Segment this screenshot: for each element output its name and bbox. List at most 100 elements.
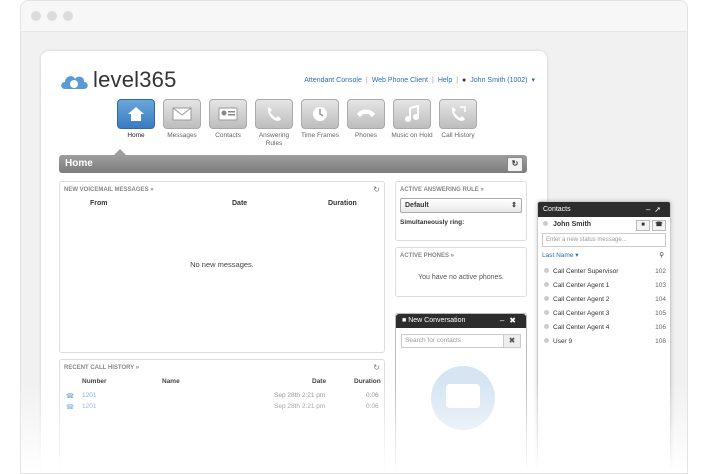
column-header[interactable]: From xyxy=(90,200,108,207)
contact-ext: 103 xyxy=(655,282,666,289)
contact-item[interactable]: Call Center Agent 2 104 xyxy=(538,293,670,307)
contact-name: Call Center Agent 2 xyxy=(553,296,610,303)
sort-dropdown[interactable]: Last Name xyxy=(542,252,573,259)
call-date: Sep 28th 2:21 pm xyxy=(274,403,326,410)
chat-icon[interactable]: ■ xyxy=(636,220,650,231)
contact-ext: 108 xyxy=(655,338,666,345)
page-title-bar: Home ↻ xyxy=(59,155,527,173)
column-header[interactable]: Date xyxy=(312,378,326,385)
table-header: Number Name Date Duration xyxy=(60,376,384,390)
clear-search-icon[interactable]: ✖ xyxy=(504,334,521,348)
presence-dot xyxy=(544,268,549,273)
nav-music-on-hold[interactable]: Music on Hold xyxy=(389,99,435,148)
window-controls: –➚ xyxy=(646,202,665,217)
contacts-panel: Contacts –➚ John Smith ■ ☎ Enter a new s… xyxy=(537,201,671,473)
window-dot[interactable] xyxy=(63,11,73,21)
table-row[interactable]: ☎ 1201 Sep 28th 2:21 pm 0:06 xyxy=(60,401,384,412)
chevron-down-icon[interactable]: ▾ xyxy=(575,252,578,259)
user-menu[interactable]: John Smith (1002) xyxy=(470,77,527,84)
contact-search-input[interactable]: Search for contacts xyxy=(401,334,504,348)
envelope-icon xyxy=(163,99,201,129)
user-actions: ■ ☎ xyxy=(636,220,666,231)
column-header[interactable]: Duration xyxy=(328,200,357,207)
current-user: John Smith ■ ☎ xyxy=(538,217,670,233)
table-row[interactable]: ☎ 1201 Sep 28th 2:21 pm 0:06 xyxy=(60,390,384,401)
nav-time-frames[interactable]: Time Frames xyxy=(297,99,343,148)
nav-label: Call History xyxy=(441,132,475,139)
voicemail-panel: NEW VOICEMAIL MESSAGES » ↻ From Date Dur… xyxy=(59,181,385,353)
refresh-button[interactable]: ↻ xyxy=(507,157,523,172)
panel-title[interactable]: RECENT CALL HISTORY » xyxy=(60,360,384,376)
nav-home[interactable]: Home xyxy=(113,99,159,148)
nav-phones[interactable]: Phones xyxy=(343,99,389,148)
contact-item[interactable]: Call Center Supervisor 102 xyxy=(538,265,670,279)
logo-text: level365 xyxy=(93,67,177,92)
handset-icon xyxy=(347,99,385,129)
contact-name: Call Center Agent 1 xyxy=(553,282,610,289)
web-phone-client-link[interactable]: Web Phone Client xyxy=(372,77,428,84)
select-arrows-icon: ⇕ xyxy=(511,202,517,209)
contact-ext: 104 xyxy=(655,296,666,303)
nav-messages[interactable]: Messages xyxy=(159,99,205,148)
main-nav: Home Messages Contacts Answering Rules T… xyxy=(113,99,481,148)
music-note-icon xyxy=(393,99,431,129)
contact-item[interactable]: Call Center Agent 3 105 xyxy=(538,307,670,321)
phone-icon[interactable]: ☎ xyxy=(652,220,666,231)
select-value: Default xyxy=(405,202,429,209)
nav-answering-rules[interactable]: Answering Rules xyxy=(251,99,297,148)
popout-arrow-icon[interactable]: ➚ xyxy=(654,205,665,214)
search-icon[interactable]: ⚲ xyxy=(659,247,664,265)
call-number[interactable]: 1201 xyxy=(82,392,96,399)
empty-message: You have no active phones. xyxy=(418,274,504,281)
call-icon: ☎ xyxy=(66,392,75,400)
table-header: From Date Duration xyxy=(60,198,384,207)
panel-title[interactable]: ACTIVE PHONES » xyxy=(396,248,526,264)
contact-name: User 9 xyxy=(553,338,573,345)
panel-title[interactable]: ACTIVE ANSWERING RULE » xyxy=(396,182,526,198)
nav-call-history[interactable]: Call History xyxy=(435,99,481,148)
attendant-console-link[interactable]: Attendant Console xyxy=(304,77,362,84)
current-user-name: John Smith xyxy=(552,221,592,228)
speech-bubble-icon xyxy=(446,384,480,408)
refresh-icon[interactable]: ↻ xyxy=(373,363,380,372)
empty-message: No new messages. xyxy=(190,260,254,269)
refresh-icon[interactable]: ↻ xyxy=(373,185,380,194)
call-number[interactable]: 1201 xyxy=(82,403,96,410)
logo[interactable]: level365 xyxy=(59,67,177,93)
presence-dot xyxy=(544,338,549,343)
contacts-title: Contacts xyxy=(543,206,571,213)
clock-icon xyxy=(301,99,339,129)
simultaneous-ring-label: Simultaneously ring: xyxy=(400,219,465,226)
presence-dot xyxy=(544,310,549,315)
call-history-panel: RECENT CALL HISTORY » ↻ Number Name Date… xyxy=(59,359,385,473)
phone-rules-icon xyxy=(255,99,293,129)
contact-item[interactable]: Call Center Agent 1 103 xyxy=(538,279,670,293)
call-history-icon xyxy=(439,99,477,129)
divider: | xyxy=(456,76,459,84)
window-dot[interactable] xyxy=(47,11,57,21)
call-duration: 0:06 xyxy=(366,403,379,410)
column-header[interactable]: Date xyxy=(232,200,247,207)
contacts-header: Contacts –➚ xyxy=(538,202,670,217)
nav-contacts[interactable]: Contacts xyxy=(205,99,251,148)
presence-dot xyxy=(544,296,549,301)
column-header[interactable]: Number xyxy=(82,378,107,385)
contact-ext: 106 xyxy=(655,324,666,331)
help-link[interactable]: Help xyxy=(438,77,452,84)
contact-item[interactable]: Call Center Agent 4 106 xyxy=(538,321,670,335)
active-phones-panel: ACTIVE PHONES » You have no active phone… xyxy=(395,247,527,297)
window-dot[interactable] xyxy=(31,11,41,21)
contact-name: Call Center Agent 3 xyxy=(553,310,610,317)
sort-row: Last Name ▾ ⚲ xyxy=(538,247,670,265)
close-icon[interactable]: ✖ xyxy=(509,316,521,325)
contact-ext: 105 xyxy=(655,310,666,317)
nav-label: Home xyxy=(127,132,145,139)
nav-label: Messages xyxy=(167,132,197,139)
panel-title[interactable]: NEW VOICEMAIL MESSAGES » xyxy=(60,182,384,198)
status-message-input[interactable]: Enter a new status message... xyxy=(542,233,666,247)
answering-rule-select[interactable]: Default ⇕ xyxy=(400,198,522,213)
column-header[interactable]: Name xyxy=(162,378,180,385)
minimize-icon[interactable]: – xyxy=(500,316,509,325)
column-header[interactable]: Duration xyxy=(354,378,381,385)
contact-item[interactable]: User 9 108 xyxy=(538,335,670,349)
